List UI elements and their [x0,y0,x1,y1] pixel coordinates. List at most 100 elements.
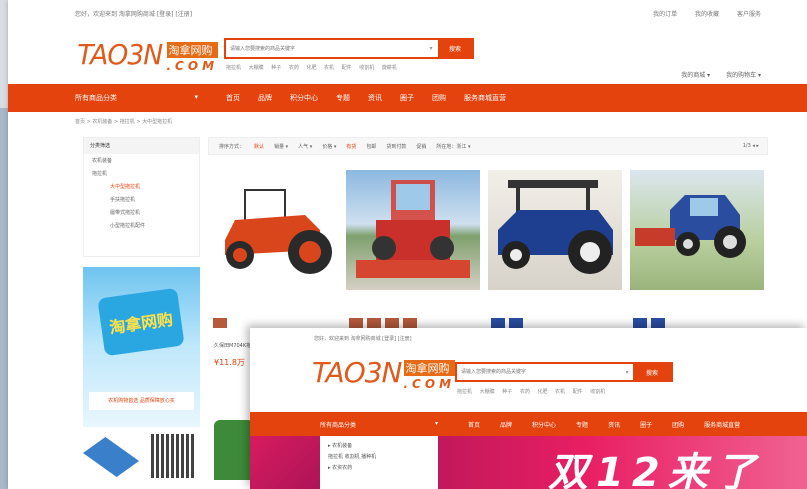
nav-item-groupbuy[interactable]: 团购 [672,420,684,429]
hot-keyword[interactable]: 拖拉机 [457,389,472,395]
thumbnail[interactable] [509,318,523,328]
filter-free-shipping[interactable]: 包邮 [366,143,376,150]
sidebar-subitem[interactable]: 手扶拖拉机 [84,193,199,206]
nav-item-groupbuy[interactable]: 团购 [432,93,446,103]
thumbnail[interactable] [385,318,399,328]
promo-banner[interactable]: 淘拿网购 农机购物首选 品质保障放心买 [83,267,200,427]
nav-item-brand[interactable]: 品牌 [258,93,272,103]
promo-headline: 双12来了 [548,450,764,489]
product-image-tractor-rotary[interactable] [346,170,480,290]
thumbnail-strip [633,318,665,328]
banner-ribbon: 农机购物首选 品质保障放心买 [89,392,194,410]
main-nav: 所有商品分类 ▾ 首页 品牌 积分中心 专题 资讯 圈子 团购 服务商城直营 [8,84,807,112]
sidebar-subitem-active[interactable]: 大中型拖拉机 [84,180,199,193]
location-select[interactable]: 所在地：浙江 ▾ [436,143,470,150]
front-main-nav: 所有商品分类 ▾ 首页 品牌 积分中心 专题 资讯 圈子 团购 服务商城直营 [250,412,807,436]
hot-keyword[interactable]: 种子 [502,389,512,395]
hot-keyword[interactable]: 大棚膜 [249,65,264,71]
front-search-button[interactable]: 搜索 [633,364,671,380]
sort-popularity[interactable]: 人气 ▾ [298,143,312,150]
thumbnail[interactable] [491,318,505,328]
category-menu-item[interactable]: ▸ 农资农药 [328,464,430,471]
hot-keyword[interactable]: 化肥 [537,389,547,395]
hot-keyword[interactable]: 农机 [324,65,334,71]
thumbnail[interactable] [633,318,647,328]
mini-pager[interactable]: 1/3 ◂ ▸ [743,143,759,149]
browser-window-front[interactable]: 您好，欢迎来到 淘拿网购商城 [登录] [注册] TAO3N 淘拿网购 .COM… [250,328,807,489]
hot-keywords: 拖拉机 大棚膜 种子 农药 化肥 农机 配件 收割机 旋耕机 [226,64,403,71]
nav-item-topics[interactable]: 专题 [336,93,350,103]
search-scope-dropdown[interactable]: ▾ [424,40,438,57]
hot-keyword[interactable]: 配件 [573,389,583,395]
nav-item-news[interactable]: 资讯 [368,93,382,103]
sidebar-item[interactable]: 农机装备 [84,154,199,167]
hot-keyword[interactable]: 大棚膜 [480,389,495,395]
nav-item-circle[interactable]: 圈子 [640,420,652,429]
category-sidebar: 分类筛选 农机装备 拖拉机 大中型拖拉机 手扶拖拉机 履带式拖拉机 小型拖拉机配… [83,137,200,257]
sort-default[interactable]: 默认 [254,143,264,150]
nav-item-brand[interactable]: 品牌 [500,420,512,429]
search-button[interactable]: 搜索 [438,40,472,57]
front-search-bar: ▾ 搜索 [455,362,673,382]
thumbnail[interactable] [213,318,227,328]
front-search-dropdown[interactable]: ▾ [621,364,633,380]
all-categories-menu[interactable]: 所有商品分类 ▾ [75,93,208,103]
filter-promo[interactable]: 促销 [416,143,426,150]
nav-item-points[interactable]: 积分中心 [290,93,318,103]
hot-keyword[interactable]: 农药 [289,65,299,71]
hot-keyword[interactable]: 收割机 [359,65,374,71]
hot-keyword[interactable]: 配件 [342,65,352,71]
site-logo[interactable]: TAO3N 淘拿网购 .COM [75,38,219,73]
nav-item-direct[interactable]: 服务商城直营 [464,93,506,103]
customer-service-link[interactable]: 客户服务 [737,11,761,18]
nav-item-points[interactable]: 积分中心 [532,420,556,429]
product-image-tractor-blue[interactable] [488,170,622,290]
category-menu-item[interactable]: 拖拉机 收割机 播种机 [328,453,430,460]
user-links: 我的商城 ▾ 我的购物车 ▾ [667,70,761,79]
hot-keyword[interactable]: 收割机 [590,389,605,395]
product-image-tractor-red[interactable] [205,170,339,290]
category-menu-item[interactable]: ▸ 农机装备 [328,442,430,449]
my-orders-link[interactable]: 我的订单 [653,11,677,18]
product-image-green[interactable] [214,420,254,480]
nav-item-direct[interactable]: 服务商城直营 [704,420,740,429]
thumbnail[interactable] [403,318,417,328]
front-top-bar: 您好，欢迎来到 淘拿网购商城 [登录] [注册] [314,335,412,342]
hot-keyword[interactable]: 农药 [520,389,530,395]
sidebar-item[interactable]: 拖拉机 [84,167,199,180]
product-card[interactable] [346,170,480,290]
hot-keyword[interactable]: 种子 [271,65,281,71]
sort-price[interactable]: 价格 ▾ [322,143,336,150]
nav-item-home[interactable]: 首页 [226,93,240,103]
double12-promo-banner[interactable]: 双12来了 [438,436,807,489]
product-card[interactable] [630,170,764,290]
sort-sales[interactable]: 销量 ▾ [274,143,288,150]
product-image-tractor-field[interactable] [630,170,764,290]
nav-item-circle[interactable]: 圈子 [400,93,414,103]
hot-keyword[interactable]: 农机 [555,389,565,395]
nav-item-topics[interactable]: 专题 [576,420,588,429]
product-card[interactable] [488,170,622,290]
front-all-categories-menu[interactable]: 所有商品分类 ▾ [320,420,448,429]
my-mall-menu[interactable]: 我的商城 ▾ [681,72,710,79]
filter-in-stock[interactable]: 有货 [346,143,356,150]
thumbnail[interactable] [367,318,381,328]
hot-keyword[interactable]: 旋耕机 [382,65,397,71]
nav-item-news[interactable]: 资讯 [608,420,620,429]
product-card[interactable] [205,170,339,290]
sidebar-heading: 分类筛选 [84,138,199,154]
search-input[interactable] [226,40,424,57]
filter-cod[interactable]: 货到付款 [386,143,406,150]
thumbnail[interactable] [651,318,665,328]
sidebar-subitem[interactable]: 小型拖拉机配件 [84,219,199,232]
nav-item-home[interactable]: 首页 [468,420,480,429]
front-site-logo[interactable]: TAO3N 淘拿网购 .COM [312,356,456,391]
breadcrumb[interactable]: 首页 > 农机装备 > 拖拉机 > 大中型拖拉机 [75,118,172,125]
my-favorites-link[interactable]: 我的收藏 [695,11,719,18]
cart-menu[interactable]: 我的购物车 ▾ [726,72,761,79]
hot-keyword[interactable]: 拖拉机 [226,65,241,71]
front-search-input[interactable] [457,364,621,380]
sidebar-subitem[interactable]: 履带式拖拉机 [84,206,199,219]
thumbnail[interactable] [349,318,363,328]
hot-keyword[interactable]: 化肥 [306,65,316,71]
